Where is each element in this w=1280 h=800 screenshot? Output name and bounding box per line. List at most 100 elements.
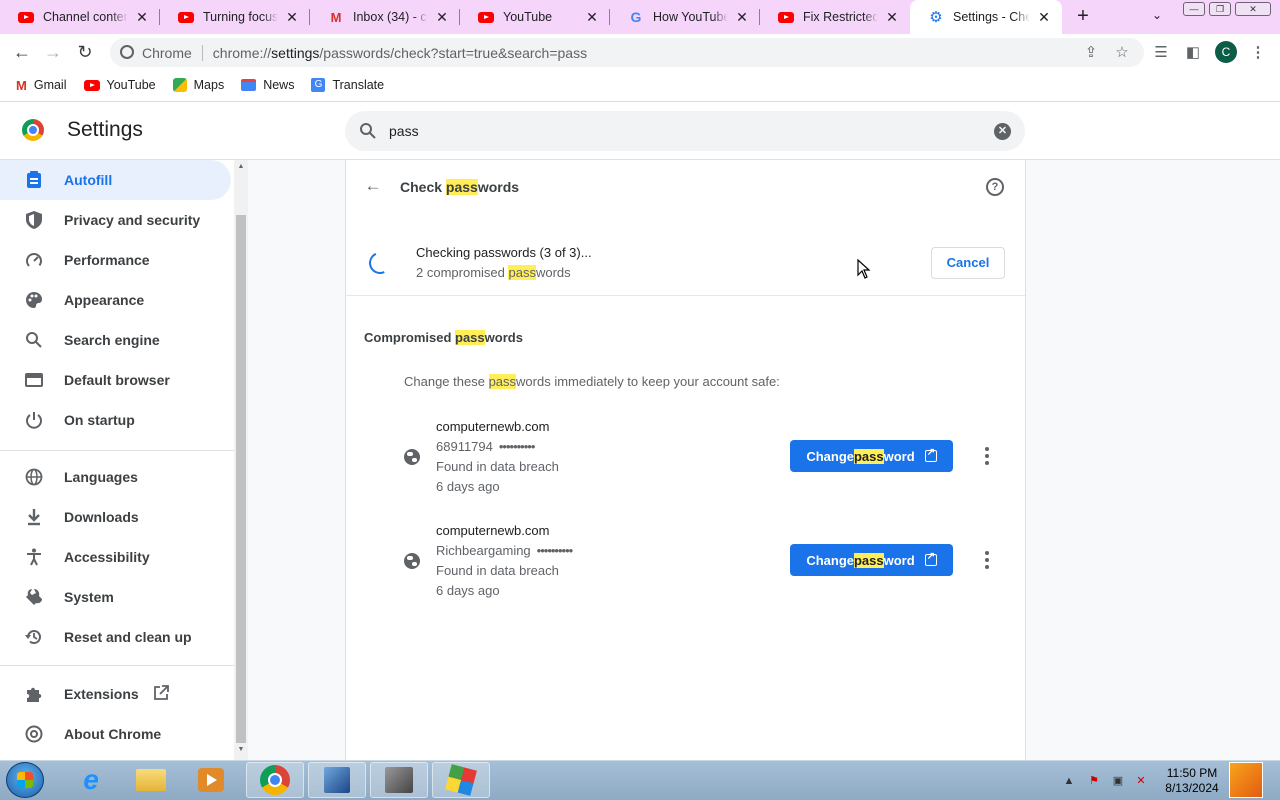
tab-title: Channel content - YouTube Studio	[43, 10, 128, 24]
change-password-button[interactable]: Change pass word	[790, 544, 953, 576]
sidebar-item-extensions[interactable]: Extensions	[0, 674, 231, 714]
volume-muted-icon[interactable]: ✕	[1134, 774, 1148, 788]
check-status: Checking passwords (3 of 3)...	[416, 245, 592, 260]
file-explorer-icon[interactable]	[122, 762, 180, 798]
close-icon[interactable]: ✕	[584, 9, 600, 25]
sidebar-scroll-thumb[interactable]	[236, 215, 246, 743]
sidebar-item-reset[interactable]: Reset and clean up	[0, 617, 231, 657]
bookmark-news[interactable]: News	[241, 78, 294, 92]
sidebar-item-search-engine[interactable]: Search engine	[0, 320, 231, 360]
tab-settings-active[interactable]: ⚙ Settings - Check passwords ✕	[910, 0, 1062, 34]
close-icon[interactable]: ✕	[884, 9, 900, 25]
sidebar-item-autofill[interactable]: Autofill	[0, 160, 231, 200]
start-button[interactable]	[6, 762, 44, 798]
open-external-icon	[924, 447, 937, 462]
close-icon[interactable]: ✕	[134, 9, 150, 25]
section-description: Change these passwords immediately to ke…	[404, 374, 780, 389]
clock-time[interactable]: 11:50 PM	[1160, 765, 1224, 781]
tab-channel-content[interactable]: Channel content - YouTube Studio ✕	[0, 0, 160, 34]
change-password-button[interactable]: Change pass word	[790, 440, 953, 472]
back-button[interactable]: ←	[10, 40, 34, 64]
search-icon	[24, 330, 44, 350]
chrome-taskbar-icon[interactable]	[246, 762, 304, 798]
kebab-menu-icon[interactable]: ⋮	[1248, 43, 1268, 63]
app-tool-icon[interactable]	[370, 762, 428, 798]
side-panel-icon[interactable]: ◧	[1183, 43, 1203, 63]
scroll-up-arrow-icon[interactable]: ▲	[236, 163, 246, 170]
tab-turning-focus[interactable]: Turning focus on - YouTube ✕	[160, 0, 310, 34]
clock-date[interactable]: 8/13/2024	[1160, 781, 1224, 795]
internet-explorer-icon[interactable]: e	[62, 762, 120, 798]
google-icon: G	[630, 9, 642, 25]
sidebar-item-privacy[interactable]: Privacy and security	[0, 200, 231, 240]
new-tab-button[interactable]: +	[1072, 6, 1094, 28]
sidebar-item-default-browser[interactable]: Default browser	[0, 360, 231, 400]
sidebar-item-about-chrome[interactable]: About Chrome	[0, 714, 231, 754]
share-icon[interactable]: ⇪	[1081, 43, 1101, 63]
bookmarks-bar: M Gmail YouTube Maps News G Translate	[0, 71, 1280, 99]
youtube-icon	[18, 9, 34, 25]
sidebar-item-downloads[interactable]: Downloads	[0, 497, 231, 537]
back-arrow-icon[interactable]: ←	[363, 176, 383, 196]
tab-inbox[interactable]: M Inbox (34) - collins ✕	[310, 0, 460, 34]
help-icon[interactable]: ?	[986, 178, 1004, 196]
sidebar-item-languages[interactable]: Languages	[0, 457, 231, 497]
bookmark-translate[interactable]: G Translate	[311, 78, 384, 92]
app-window-icon[interactable]	[308, 762, 366, 798]
search-input[interactable]	[389, 123, 949, 139]
bookmark-star-icon[interactable]: ☆	[1112, 43, 1132, 63]
scroll-down-arrow-icon[interactable]: ▼	[236, 746, 246, 753]
tab-search-chevron-icon[interactable]: ⌄	[1152, 8, 1162, 22]
chrome-site-icon	[120, 45, 134, 59]
translate-icon: G	[311, 78, 326, 92]
media-player-icon[interactable]	[182, 762, 240, 798]
settings-search[interactable]: ✕	[345, 111, 1025, 151]
address-bar[interactable]: Chrome chrome://settings/passwords/check…	[110, 38, 1144, 67]
shield-icon	[24, 210, 44, 230]
news-icon	[241, 79, 257, 91]
credential-age: 6 days ago	[436, 479, 500, 494]
bookmark-youtube[interactable]: YouTube	[83, 78, 156, 92]
open-external-icon	[924, 551, 937, 566]
close-icon[interactable]: ✕	[434, 9, 450, 25]
more-actions-icon[interactable]	[979, 551, 995, 569]
close-window-button[interactable]: ✕	[1235, 2, 1271, 16]
sidebar-item-appearance[interactable]: Appearance	[0, 280, 231, 320]
restore-button[interactable]: ❐	[1209, 2, 1231, 16]
sidebar-divider	[0, 450, 234, 451]
action-center-icon[interactable]: ⚑	[1087, 774, 1101, 788]
tray-expand-icon[interactable]: ▲	[1062, 774, 1076, 788]
profile-avatar[interactable]: C	[1215, 41, 1237, 63]
youtube-icon	[478, 9, 494, 25]
cancel-button[interactable]: Cancel	[931, 247, 1005, 279]
reading-list-icon[interactable]: ☰	[1151, 43, 1171, 63]
bookmark-maps[interactable]: Maps	[172, 78, 224, 92]
section-title: Compromised passwords	[364, 330, 523, 345]
tab-youtube[interactable]: YouTube ✕	[460, 0, 610, 34]
settings-gear-icon: ⚙	[929, 9, 943, 26]
forward-button[interactable]: →	[41, 40, 65, 64]
tab-how-youtube[interactable]: G How YouTube manages ✕	[610, 0, 760, 34]
tab-fix-restricted[interactable]: Fix Restricted Mode ✕	[760, 0, 910, 34]
user-tile-icon[interactable]	[1229, 762, 1263, 798]
close-icon[interactable]: ✕	[1036, 9, 1052, 25]
close-icon[interactable]: ✕	[734, 9, 750, 25]
more-actions-icon[interactable]	[979, 447, 995, 465]
close-icon[interactable]: ✕	[284, 9, 300, 25]
tab-title: Fix Restricted Mode	[803, 10, 878, 24]
credential-username: 68911794 ••••••••••	[436, 439, 535, 454]
bookmark-gmail[interactable]: M Gmail	[16, 78, 67, 93]
sidebar-item-performance[interactable]: Performance	[0, 240, 231, 280]
credential-age: 6 days ago	[436, 583, 500, 598]
wrench-icon	[24, 587, 44, 607]
network-icon[interactable]: ▣	[1111, 774, 1125, 788]
app-paint-icon[interactable]	[432, 762, 490, 798]
omnibox-divider	[201, 44, 203, 61]
sidebar-item-accessibility[interactable]: Accessibility	[0, 537, 231, 577]
sidebar-item-on-startup[interactable]: On startup	[0, 400, 231, 440]
sidebar-item-system[interactable]: System	[0, 577, 231, 617]
clear-search-icon[interactable]: ✕	[994, 123, 1011, 140]
mouse-cursor-icon	[857, 259, 871, 279]
reload-button[interactable]: ↻	[73, 40, 97, 64]
minimize-button[interactable]: —	[1183, 2, 1205, 16]
